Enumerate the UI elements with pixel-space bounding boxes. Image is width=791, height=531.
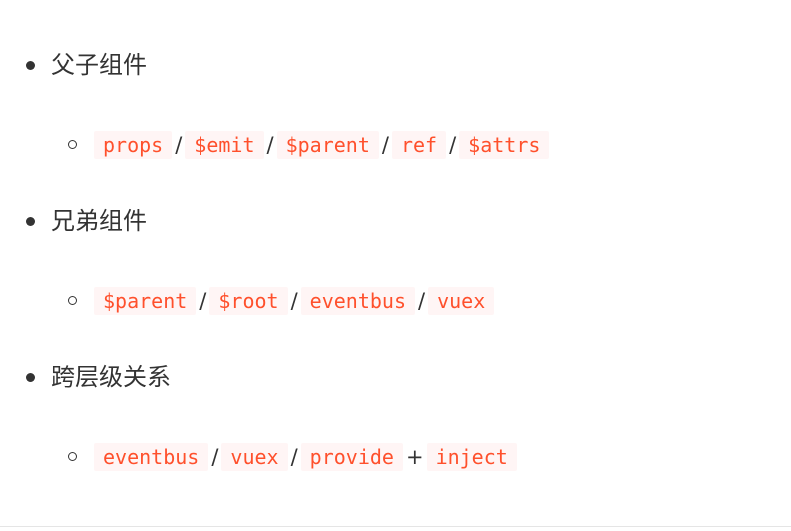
code-props: props (94, 131, 173, 159)
code-vuex: vuex (428, 287, 495, 315)
divider (0, 526, 791, 527)
separator: / (449, 133, 457, 157)
circle-bullet-icon (68, 296, 77, 305)
code-eventbus: eventbus (94, 443, 209, 471)
sublist-siblings: $parent / $root / eventbus / vuex (0, 286, 791, 316)
inline-code-list: $parent / $root / eventbus / vuex (94, 286, 495, 316)
heading-siblings: 兄弟组件 (51, 207, 147, 235)
heading-parent-child: 父子组件 (51, 51, 147, 79)
separator: / (175, 133, 183, 157)
inline-code-list: props / $emit / $parent / ref / $attrs (94, 130, 550, 160)
separator: / (266, 133, 274, 157)
disc-bullet-icon (26, 373, 35, 382)
heading-cross-level: 跨层级关系 (51, 363, 171, 391)
code-parent: $parent (276, 131, 379, 159)
disc-bullet-icon (26, 217, 35, 226)
separator: / (381, 133, 389, 157)
inline-code-list: eventbus / vuex / provide + inject (94, 442, 517, 472)
separator: / (290, 445, 298, 469)
code-inject: inject (426, 443, 517, 471)
separator: / (290, 289, 298, 313)
code-vuex: vuex (221, 443, 288, 471)
circle-bullet-icon (68, 452, 77, 461)
code-parent: $parent (94, 287, 197, 315)
document-body: 父子组件 props / $emit / $parent / ref / $at… (0, 0, 791, 531)
separator: / (199, 289, 207, 313)
sublist-parent-child: props / $emit / $parent / ref / $attrs (0, 130, 791, 160)
code-emit: $emit (185, 131, 264, 159)
separator: / (211, 445, 219, 469)
code-ref: ref (391, 131, 447, 159)
code-provide: provide (300, 443, 403, 471)
code-eventbus: eventbus (300, 287, 415, 315)
separator: / (418, 289, 426, 313)
separator: + (405, 445, 424, 469)
code-attrs: $attrs (459, 131, 550, 159)
circle-bullet-icon (68, 140, 77, 149)
sublist-cross-level: eventbus / vuex / provide + inject (0, 442, 791, 472)
code-root: $root (209, 287, 288, 315)
disc-bullet-icon (26, 61, 35, 70)
